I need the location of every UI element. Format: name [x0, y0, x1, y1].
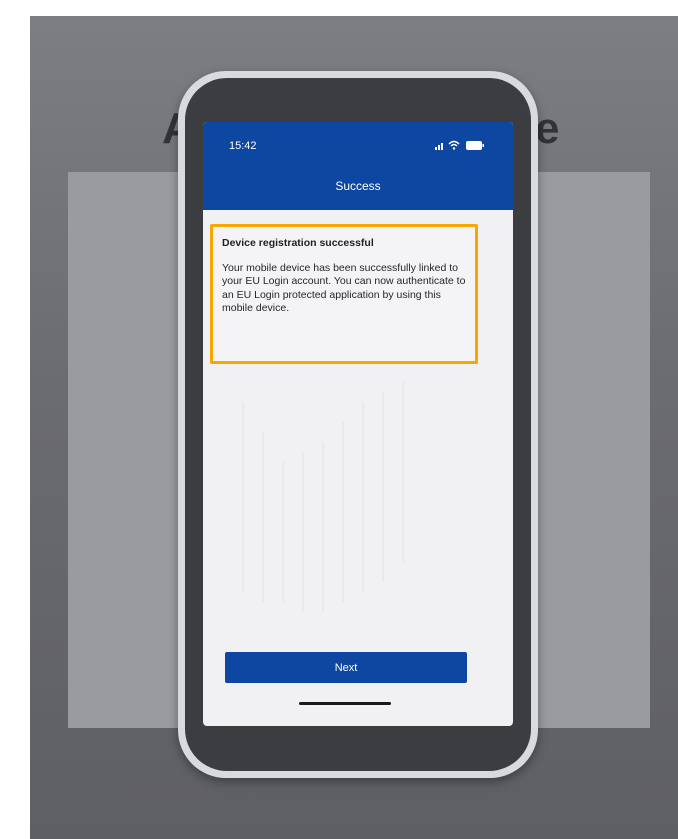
phone-screen: 15:42 Success Device registration succes…	[203, 122, 513, 726]
page-title: Success	[335, 179, 381, 193]
signal-icon	[435, 143, 443, 150]
background-watermark	[242, 382, 404, 612]
app-header: 15:42 Success	[203, 122, 513, 210]
wifi-icon	[448, 140, 460, 150]
next-button[interactable]: Next	[225, 652, 467, 683]
success-message-box: Device registration successful Your mobi…	[210, 224, 478, 364]
phone-frame: 15:42 Success Device registration succes…	[178, 71, 538, 778]
home-indicator[interactable]	[299, 702, 391, 705]
status-icons	[435, 140, 484, 150]
success-heading: Device registration successful	[222, 237, 374, 249]
success-body: Your mobile device has been successfully…	[222, 262, 466, 315]
background-title-right: e	[535, 104, 561, 153]
status-time: 15:42	[229, 140, 257, 152]
video-frame: A e 15:42	[30, 16, 678, 839]
battery-icon	[466, 141, 484, 150]
phone-body: 15:42 Success Device registration succes…	[185, 78, 531, 771]
